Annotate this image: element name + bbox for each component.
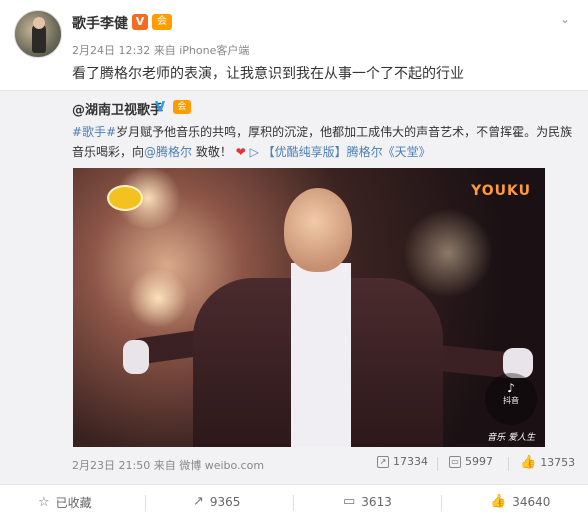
repost-count-button[interactable]: ↗ 17334 <box>377 455 428 468</box>
repost-text-line1: #歌手#岁月赋予他音乐的共鸣，厚积的沉淀，他都加工成伟大的声音艺术，不曾挥霍。为… <box>72 123 572 140</box>
hashtag-link[interactable]: #歌手# <box>72 125 116 139</box>
repost-button[interactable]: ↗ 9365 <box>193 494 240 509</box>
performer-head <box>284 188 352 272</box>
source-prefix: 来自 <box>153 459 176 472</box>
chevron-down-icon[interactable]: ⌄ <box>560 12 570 26</box>
comment-action-count: 3613 <box>361 494 392 509</box>
member-icon: 会 <box>173 100 191 114</box>
avatar[interactable] <box>14 10 62 58</box>
author-name[interactable]: 歌手李健 <box>72 13 128 33</box>
mention-link[interactable]: @腾格尔 <box>144 145 192 159</box>
divider <box>508 457 509 471</box>
star-icon: ☆ <box>38 495 50 510</box>
post-text: 看了腾格尔老师的表演，让我意识到我在从事一个了不起的行业 <box>72 66 464 82</box>
source-prefix: 来自 <box>153 44 176 57</box>
comment-count: 5997 <box>465 455 493 468</box>
channel-logo-icon <box>107 185 143 211</box>
douyin-icon: ♪ <box>507 381 515 395</box>
repost-text-middle: 致敬！ <box>192 145 232 159</box>
like-action-count: 34640 <box>512 494 551 509</box>
repost-source: 微博 weibo.com <box>179 459 265 472</box>
post-meta: 2月24日 12:32 来自 iPhone客户端 <box>72 42 249 58</box>
repost-time[interactable]: 2月23日 21:50 <box>72 459 150 472</box>
like-count: 13753 <box>540 456 576 469</box>
performer-hand <box>123 340 149 374</box>
douyin-label: 抖音 <box>503 396 519 405</box>
douyin-watermark: ♪ 抖音 <box>485 373 537 425</box>
stage-light <box>128 268 188 328</box>
comment-icon: ▭ <box>343 494 356 509</box>
repost-action-count: 9365 <box>209 494 241 509</box>
heart-icon: ❤ <box>235 145 246 159</box>
comment-button[interactable]: ▭ 3613 <box>343 494 392 509</box>
repost-author[interactable]: @湖南卫视歌手 <box>72 99 163 118</box>
share-icon: ↗ <box>377 455 389 468</box>
share-icon: ↗ <box>193 494 204 509</box>
youku-logo: YOUKU <box>471 183 531 199</box>
repost-count: 17334 <box>393 455 428 468</box>
like-count-button[interactable]: 👍 13753 <box>520 455 575 470</box>
verified-icon: V <box>155 100 166 115</box>
like-button[interactable]: 👍 34640 <box>490 494 550 509</box>
repost-text-body: 岁月赋予他音乐的共鸣，厚积的沉淀，他都加工成伟大的声音艺术，不曾挥霍。为民族 <box>116 125 573 139</box>
stage-light <box>403 208 493 298</box>
thumbs-up-icon: 👍 <box>520 455 537 470</box>
thumbs-up-icon: 👍 <box>490 494 507 509</box>
comment-count-button[interactable]: ▭ 5997 <box>449 455 493 468</box>
divider <box>145 495 146 511</box>
divider <box>437 457 438 471</box>
divider <box>441 495 442 511</box>
video-link[interactable]: 【优酷纯享版】腾格尔《天堂》 <box>263 145 431 159</box>
post-time[interactable]: 2月24日 12:32 <box>72 44 150 57</box>
comment-icon: ▭ <box>449 455 461 468</box>
performer-shirt <box>291 263 351 447</box>
favorite-button[interactable]: ☆ 已收藏 <box>38 494 92 511</box>
favorite-label: 已收藏 <box>55 496 92 510</box>
repost-meta: 2月23日 21:50 来自 微博 weibo.com <box>72 457 264 473</box>
divider <box>293 495 294 511</box>
verified-icon: V <box>132 14 148 30</box>
member-icon: 会 <box>152 14 172 30</box>
video-player[interactable]: YOUKU ♪ 抖音 音乐 爱人生 <box>73 168 545 447</box>
repost-text-prefix: 音乐喝彩，向 <box>72 145 145 159</box>
douyin-slogan: 音乐 爱人生 <box>487 433 535 443</box>
post-source: iPhone客户端 <box>179 44 250 57</box>
avatar-head <box>33 17 45 29</box>
action-bar: ☆ 已收藏 ↗ 9365 ▭ 3613 👍 34640 <box>0 484 588 519</box>
repost-card: @湖南卫视歌手 V 会 #歌手#岁月赋予他音乐的共鸣，厚积的沉淀，他都加工成伟大… <box>0 90 588 484</box>
repost-text-line2: 音乐喝彩，向@腾格尔 致敬！ ❤ ▷ 【优酷纯享版】腾格尔《天堂》 <box>72 143 431 160</box>
video-link-icon: ▷ <box>249 145 259 159</box>
